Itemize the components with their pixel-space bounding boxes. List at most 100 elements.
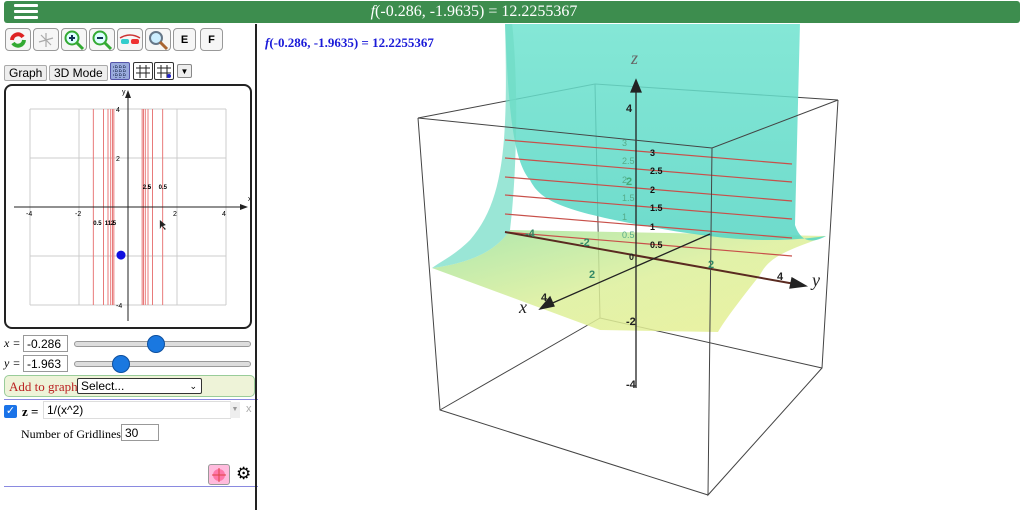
gear-icon[interactable]: ⚙ bbox=[236, 464, 251, 484]
zoom-in-button[interactable] bbox=[61, 28, 87, 51]
add-to-graph-bar: Add to graph: Select... ⌄ bbox=[4, 375, 255, 397]
y-axis-label: y bbox=[810, 270, 820, 290]
x-slider[interactable] bbox=[74, 335, 251, 353]
header-bar: f(-0.286, -1.9635) = 12.2255367 bbox=[4, 1, 1020, 23]
3d-mode-button[interactable]: 3D Mode bbox=[49, 65, 108, 81]
y-axis-arrow bbox=[125, 90, 131, 98]
3d-glasses-icon bbox=[119, 33, 141, 44]
title-value: (-0.286, -1.9635) = 12.2255367 bbox=[375, 3, 578, 20]
z-tick: 4 bbox=[626, 103, 633, 115]
x-tick: 2 bbox=[173, 211, 177, 218]
3d-glasses-button[interactable] bbox=[117, 28, 143, 51]
function-readout: f(-0.286, -1.9635) = 12.2255367 bbox=[265, 35, 434, 51]
header-title: f(-0.286, -1.9635) = 12.2255367 bbox=[4, 3, 944, 21]
contour-label-3d: 0.5 bbox=[650, 240, 663, 250]
contour-label-3d: 1.5 bbox=[650, 203, 663, 213]
x-axis-arrow bbox=[240, 204, 248, 210]
grid-dots-button[interactable] bbox=[110, 62, 130, 80]
expression-checkbox[interactable]: ✓ bbox=[4, 405, 17, 418]
add-to-graph-label: Add to graph: bbox=[9, 379, 82, 394]
contour-label-back: 2 bbox=[622, 175, 627, 185]
contour-label-back: 3 bbox=[622, 138, 627, 148]
gridlines-label: Number of Gridlines bbox=[21, 427, 121, 441]
y-tick: -4 bbox=[525, 228, 536, 240]
z-axis-label: z bbox=[630, 48, 638, 68]
grid-point-button[interactable] bbox=[154, 62, 174, 80]
y-value-input[interactable]: -1.963 bbox=[23, 355, 68, 372]
y-tick: -4 bbox=[116, 303, 122, 310]
x-tick: 4 bbox=[222, 211, 226, 218]
contour-label-back: 1 bbox=[622, 212, 627, 222]
expression-input[interactable]: 1/(x^2) bbox=[43, 401, 231, 419]
x-label-text: x = bbox=[4, 336, 21, 350]
grid-dropdown-icon[interactable]: ▼ bbox=[177, 64, 192, 78]
y-label: y = bbox=[4, 356, 20, 371]
x-tick: -2 bbox=[75, 211, 81, 218]
y-label-text: y = bbox=[4, 356, 21, 370]
grid-point-icon bbox=[157, 65, 171, 78]
contour-label-3d: 2.5 bbox=[650, 166, 663, 176]
add-to-graph-select[interactable]: Select... ⌄ bbox=[77, 378, 202, 394]
zoom-out-button[interactable] bbox=[89, 28, 115, 51]
y-tick: -2 bbox=[580, 237, 590, 249]
axes-button[interactable] bbox=[33, 28, 59, 51]
search-icon bbox=[149, 30, 169, 50]
y-tick: 4 bbox=[777, 271, 784, 283]
contour-label-3d: 2 bbox=[650, 185, 655, 195]
x-axis-label: x bbox=[248, 196, 252, 203]
3d-view[interactable]: z y x 4 2 -2 -4 -4 -2 2 4 2 4 0 3 3 2.5 2.5… bbox=[258, 22, 1024, 510]
e-button[interactable]: E bbox=[173, 28, 196, 51]
graph-2d[interactable]: x y -4 -2 2 4 4 2 -4 0.5 11.5 2 2.5 5 0.5 bbox=[4, 84, 252, 329]
z-tick: -2 bbox=[626, 316, 636, 328]
x-label: x = bbox=[4, 336, 20, 351]
y-axis-arrow bbox=[789, 276, 809, 289]
chevron-down-icon: ⌄ bbox=[189, 381, 197, 391]
y-slider[interactable] bbox=[74, 355, 251, 373]
origin-label: 0 bbox=[629, 252, 634, 262]
expression-panel: ✓ z = 1/(x^2) ▼ x Number of Gridlines 30… bbox=[4, 399, 258, 487]
palette-icon bbox=[212, 468, 226, 482]
y-tick: 2 bbox=[708, 259, 714, 271]
expression-lhs: z = bbox=[22, 404, 39, 419]
remove-expression-button[interactable]: x bbox=[246, 403, 252, 415]
zoom-in-icon bbox=[64, 30, 85, 50]
f-button[interactable]: F bbox=[200, 28, 223, 51]
expression-dropdown-icon[interactable]: ▼ bbox=[230, 402, 240, 418]
color-button[interactable] bbox=[208, 464, 230, 485]
contour-label-back: 1.5 bbox=[622, 193, 635, 203]
search-button[interactable] bbox=[145, 28, 171, 51]
z-tick: -4 bbox=[626, 379, 637, 391]
graph-2d-canvas[interactable]: xy-4 -2 2 442-40.5 11.522.55 0.5 bbox=[6, 86, 252, 329]
y-tick: 4 bbox=[116, 107, 120, 114]
contour-label: 0.5 bbox=[93, 221, 102, 227]
x-slider-thumb[interactable] bbox=[147, 335, 165, 353]
grid-dots-icon bbox=[113, 65, 127, 78]
contour-label-back: 2.5 bbox=[622, 156, 635, 166]
x-tick: -4 bbox=[26, 211, 32, 218]
contour-label-3d: 1 bbox=[650, 222, 655, 232]
y-tick: 2 bbox=[116, 156, 120, 163]
panel-divider[interactable] bbox=[255, 24, 257, 510]
trace-point bbox=[116, 250, 126, 260]
surface-cyan-side bbox=[432, 22, 517, 268]
x-tick: 4 bbox=[541, 292, 548, 304]
grid-icon bbox=[136, 65, 150, 78]
contour-label-back: 0.5 bbox=[622, 230, 635, 240]
gridlines-input[interactable]: 30 bbox=[121, 424, 159, 441]
left-panel: E F Graph 3D Mode ▼ x y -4 -2 2 4 4 2 -4 0.5 11.5 2… bbox=[0, 24, 258, 510]
3d-canvas[interactable]: z y x 4 2 -2 -4 -4 -2 2 4 2 4 0 3 3 2.5 2.5… bbox=[258, 22, 1024, 510]
x-axis-label: x bbox=[518, 297, 527, 317]
graph-mode-button[interactable]: Graph bbox=[4, 65, 48, 81]
reset-view-icon bbox=[10, 31, 26, 48]
grid-button[interactable] bbox=[133, 62, 153, 80]
x-tick: 2 bbox=[589, 269, 595, 281]
contour-label-3d: 3 bbox=[650, 148, 655, 158]
y-slider-thumb[interactable] bbox=[112, 355, 130, 373]
zoom-out-icon bbox=[92, 30, 113, 50]
y-axis-label: y bbox=[122, 89, 126, 96]
reset-view-button[interactable] bbox=[5, 28, 31, 51]
select-value: Select... bbox=[81, 379, 125, 393]
x-value-input[interactable]: -0.286 bbox=[23, 335, 68, 352]
contour-label: 0.5 bbox=[159, 185, 168, 191]
readout-value: (-0.286, -1.9635) = 12.2255367 bbox=[269, 35, 434, 50]
